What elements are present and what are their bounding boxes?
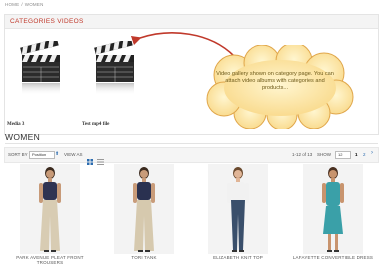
grid-view-icon[interactable] [87, 152, 93, 165]
breadcrumb-home[interactable]: HOME [5, 2, 19, 7]
clapperboard-icon [20, 38, 60, 95]
video-caption-2[interactable]: Test mp4 file [82, 122, 109, 127]
product-name[interactable]: PARK AVENUE PLEAT FRONT TROUSERS [8, 255, 92, 265]
category-videos-title: CATEGORIES VIDEOS [10, 18, 84, 25]
product-image[interactable] [114, 164, 174, 254]
breadcrumb-separator: / [21, 2, 23, 7]
category-heading: WOMEN [5, 132, 41, 142]
product-card[interactable]: ELIZABETH KNIT TOP [196, 164, 280, 260]
breadcrumb-current: WOMEN [24, 2, 44, 7]
product-name[interactable]: LAFAYETTE CONVERTIBLE DRESS [291, 255, 375, 260]
item-count: 1-12 of 13 [292, 152, 313, 157]
list-view-icon[interactable] [97, 152, 104, 165]
product-image[interactable] [208, 164, 268, 254]
show-label: SHOW [317, 152, 331, 157]
sort-direction-icon[interactable]: ⬆ [55, 151, 59, 157]
next-page-icon[interactable]: › [371, 150, 373, 156]
product-toolbar: SORT BY Position ⬆ VIEW AS 1-12 of 13 SH… [4, 147, 379, 165]
sort-by-label: SORT BY [8, 152, 28, 157]
video-thumbnail-1[interactable] [20, 38, 64, 95]
sort-select[interactable]: Position [29, 151, 55, 159]
page-1[interactable]: 1 [355, 152, 358, 157]
breadcrumb: HOME / WOMEN [5, 2, 44, 7]
page-2[interactable]: 2 [363, 152, 366, 157]
show-select[interactable]: 12 [335, 151, 351, 159]
callout-text: Video gallery shown on category page. Yo… [216, 71, 334, 91]
product-card[interactable]: TORI TANK [102, 164, 186, 260]
view-as-label: VIEW AS [64, 152, 83, 157]
product-card[interactable]: LAFAYETTE CONVERTIBLE DRESS [291, 164, 375, 260]
product-name[interactable]: ELIZABETH KNIT TOP [196, 255, 280, 260]
product-name[interactable]: TORI TANK [102, 255, 186, 260]
product-image[interactable] [20, 164, 80, 254]
heading-divider [5, 143, 378, 144]
product-image[interactable] [303, 164, 363, 254]
product-card[interactable]: PARK AVENUE PLEAT FRONT TROUSERS [8, 164, 92, 265]
video-caption-1[interactable]: Media 3 [7, 122, 24, 127]
